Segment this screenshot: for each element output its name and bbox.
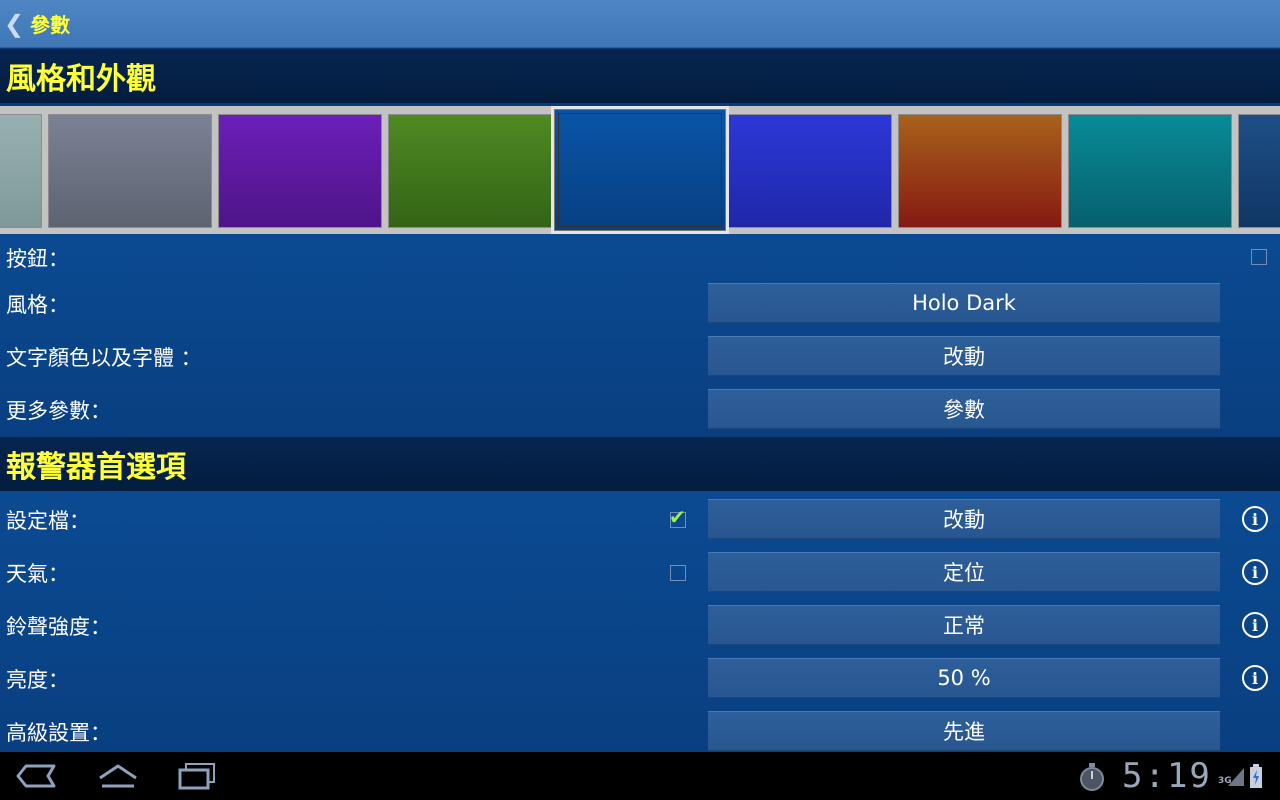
- label-text-color-font: 文字顏色以及字體 ：: [6, 345, 202, 370]
- row-ringtone-volume: 鈴聲強度： 正常 i: [0, 599, 1280, 652]
- page-title: 參數: [30, 13, 71, 37]
- row-more-params: 更多參數： 參數: [0, 383, 1280, 436]
- swatch-orange[interactable]: [898, 114, 1062, 228]
- info-icon[interactable]: i: [1242, 559, 1268, 585]
- ringtone-volume-button[interactable]: 正常: [708, 605, 1220, 645]
- row-brightness: 亮度： 50 % i: [0, 652, 1280, 705]
- label-brightness: 亮度：: [6, 667, 69, 692]
- swatch-grey[interactable]: [48, 114, 212, 228]
- label-advanced: 高級設置：: [6, 720, 111, 745]
- section-header-appearance: 風格和外觀: [0, 49, 1280, 103]
- label-weather: 天氣：: [6, 561, 69, 586]
- section-header-alarm: 報警器首選項: [0, 437, 1280, 491]
- nav-recent-apps-icon[interactable]: [176, 760, 218, 792]
- appearance-settings: 按鈕： 風格： Holo Dark 文字顏色以及字體 ： 改動 更多參數： 參數: [0, 234, 1280, 437]
- swatch-green[interactable]: [388, 114, 552, 228]
- buttons-checkbox[interactable]: [1251, 249, 1267, 265]
- more-params-button[interactable]: 參數: [708, 389, 1220, 429]
- label-style: 風格：: [6, 292, 69, 317]
- swatch-indigo[interactable]: [728, 114, 892, 228]
- nav-back-icon[interactable]: [16, 760, 58, 792]
- check-icon: ✔: [669, 505, 686, 529]
- back-button[interactable]: ❮ 參數: [0, 0, 70, 48]
- alarm-settings: 設定檔： ✔ 改動 i 天氣： 定位 i 鈴聲強度： 正常 i 亮度： 50 %…: [0, 491, 1280, 752]
- swatch-cyan[interactable]: [1068, 114, 1232, 228]
- weather-checkbox[interactable]: [670, 565, 686, 581]
- row-profile: 設定檔： ✔ 改動 i: [0, 493, 1280, 546]
- swatch-teal-grey[interactable]: [0, 114, 42, 228]
- profile-checkbox[interactable]: ✔: [669, 507, 686, 528]
- theme-swatch-strip[interactable]: [0, 106, 1280, 234]
- status-clock: 5:19: [1122, 756, 1212, 796]
- info-icon[interactable]: i: [1242, 612, 1268, 638]
- label-ringtone-volume: 鈴聲強度：: [6, 614, 111, 639]
- row-text-color-font: 文字顏色以及字體 ： 改動: [0, 330, 1280, 383]
- swatch-blue-selected[interactable]: [551, 106, 729, 234]
- label-buttons: 按鈕：: [6, 247, 69, 271]
- row-buttons: 按鈕：: [0, 234, 1280, 282]
- advanced-button[interactable]: 先進: [708, 711, 1220, 751]
- row-advanced: 高級設置： 先進: [0, 705, 1280, 758]
- battery-charging-icon: [1250, 764, 1262, 788]
- chevron-left-icon: ❮: [4, 9, 25, 38]
- style-button[interactable]: Holo Dark: [708, 283, 1220, 323]
- action-bar: ❮ 參數: [0, 0, 1280, 48]
- label-profile: 設定檔：: [6, 508, 90, 533]
- info-icon[interactable]: i: [1242, 506, 1268, 532]
- text-color-change-button[interactable]: 改動: [708, 336, 1220, 376]
- profile-change-button[interactable]: 改動: [708, 499, 1220, 539]
- label-more-params: 更多參數：: [6, 398, 111, 423]
- swatch-purple[interactable]: [218, 114, 382, 228]
- signal-icon: [1228, 768, 1244, 786]
- swatch-navy[interactable]: [1238, 114, 1280, 228]
- nav-home-icon[interactable]: [96, 760, 140, 792]
- info-icon[interactable]: i: [1242, 665, 1268, 691]
- row-weather: 天氣： 定位 i: [0, 546, 1280, 599]
- weather-locate-button[interactable]: 定位: [708, 552, 1220, 592]
- row-style: 風格： Holo Dark: [0, 277, 1280, 330]
- brightness-button[interactable]: 50 %: [708, 658, 1220, 698]
- system-nav-bar: 5:19 3G: [0, 752, 1280, 800]
- stopwatch-icon[interactable]: [1078, 762, 1106, 792]
